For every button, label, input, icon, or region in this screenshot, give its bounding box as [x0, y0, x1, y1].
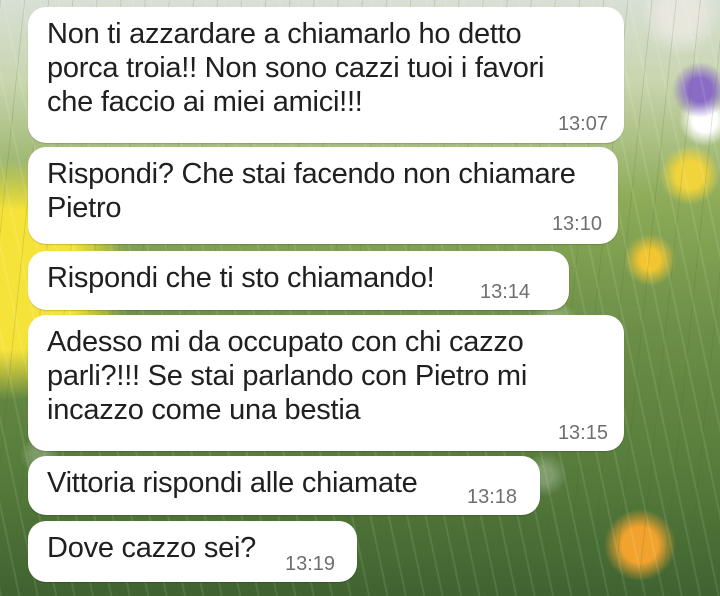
incoming-message-bubble[interactable]: Dove cazzo sei? 13:19	[28, 521, 357, 582]
chat-thread: Non ti azzardare a chiamarlo ho detto po…	[0, 0, 720, 596]
message-time: 13:15	[557, 422, 608, 444]
message-text: Dove cazzo sei?	[47, 532, 257, 564]
message-time: 13:19	[285, 553, 336, 575]
incoming-message-bubble[interactable]: Rispondi che ti sto chiamando! 13:14	[28, 251, 569, 310]
incoming-message-bubble[interactable]: Adesso mi da occupato con chi cazzo parl…	[28, 315, 624, 451]
message-text: Rispondi che ti sto chiamando!	[47, 262, 435, 294]
message-text: Rispondi? Che stai facendo non chiamare …	[47, 158, 576, 224]
incoming-message-bubble[interactable]: Rispondi? Che stai facendo non chiamare …	[28, 147, 618, 244]
message-time: 13:10	[551, 213, 602, 235]
incoming-message-bubble[interactable]: Non ti azzardare a chiamarlo ho detto po…	[28, 7, 624, 143]
incoming-message-bubble[interactable]: Vittoria rispondi alle chiamate 13:18	[28, 456, 540, 515]
message-text: Vittoria rispondi alle chiamate	[47, 467, 418, 499]
message-time: 13:07	[557, 113, 608, 135]
message-time: 13:14	[480, 281, 531, 303]
message-time: 13:18	[467, 486, 518, 508]
message-text: Adesso mi da occupato con chi cazzo parl…	[47, 326, 528, 426]
message-text: Non ti azzardare a chiamarlo ho detto po…	[47, 18, 545, 118]
